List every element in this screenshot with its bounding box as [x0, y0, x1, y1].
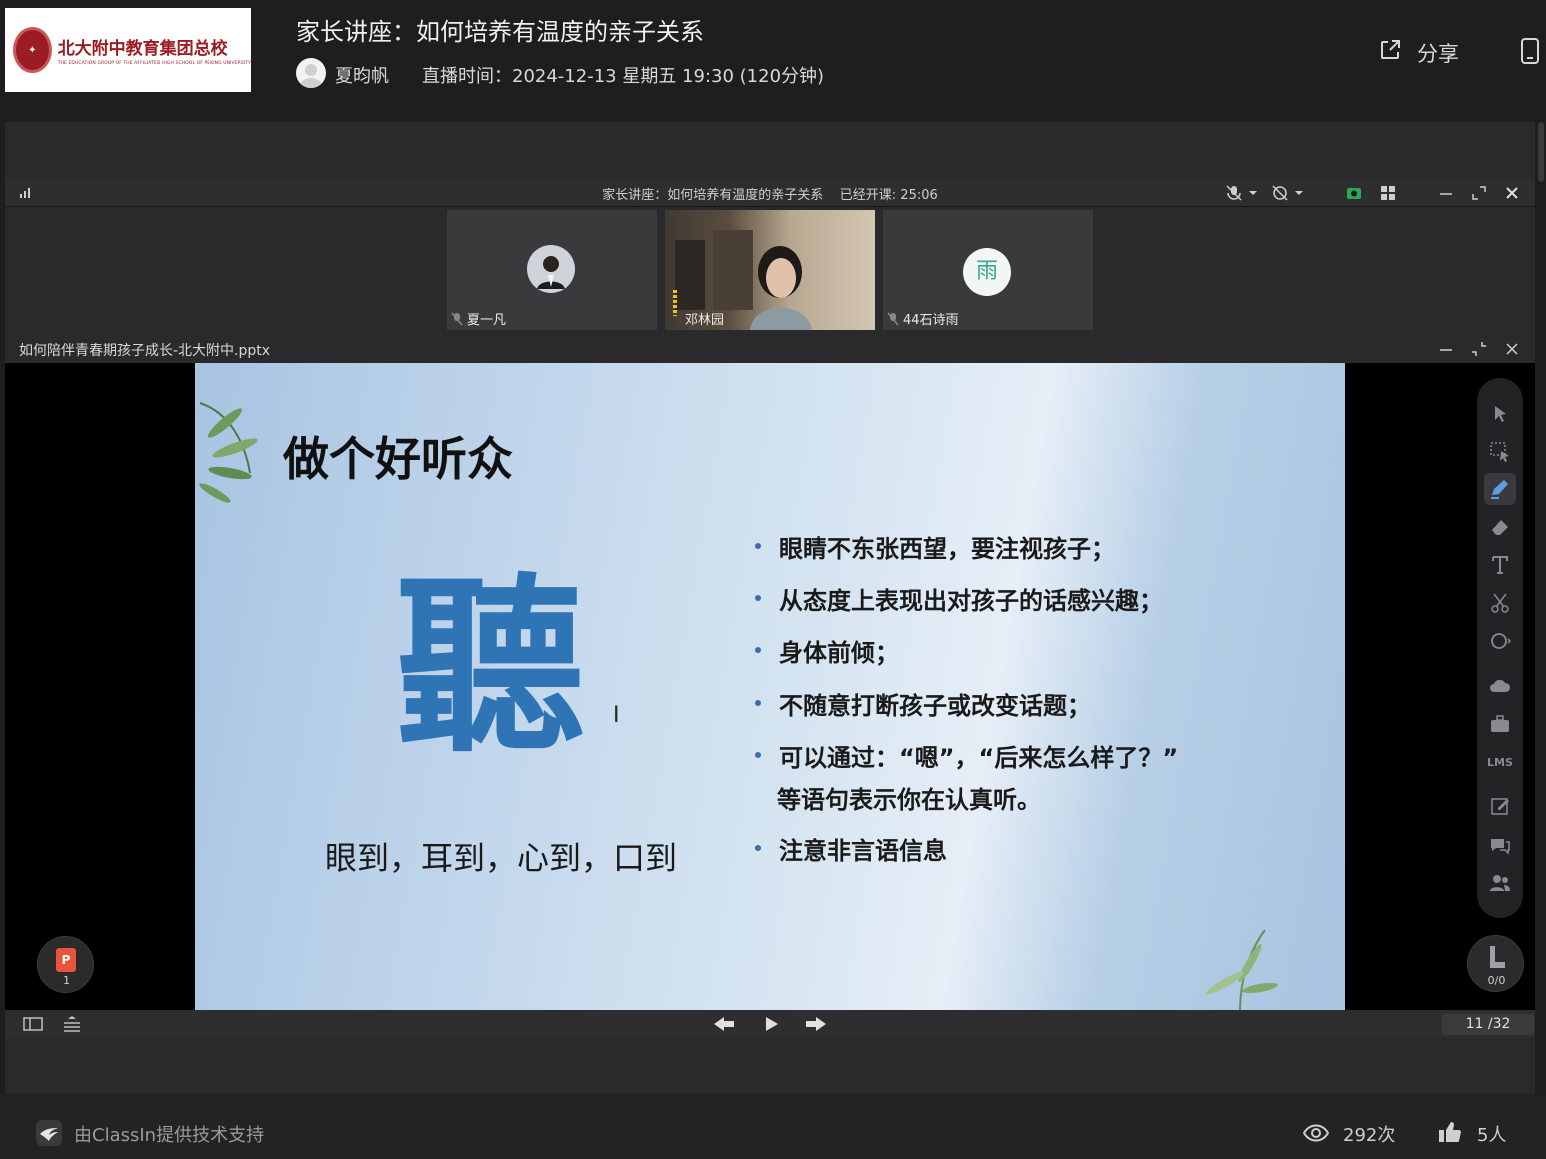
minimize-icon[interactable]: [1437, 340, 1455, 358]
participant-name: 邓林园: [685, 313, 725, 328]
participant-name: 44石诗雨: [903, 313, 959, 328]
classin-logo-icon: [36, 1120, 62, 1146]
fullscreen-icon[interactable]: [1470, 184, 1488, 202]
slide-big-character: 聽: [395, 557, 586, 778]
page-counter[interactable]: 11 /32: [1442, 1014, 1534, 1035]
school-seal-icon: ✦: [13, 27, 52, 73]
scissors-tool-icon[interactable]: [1488, 591, 1512, 615]
next-slide-icon[interactable]: [804, 1015, 828, 1033]
like-count: 5人: [1477, 1125, 1507, 1146]
leaf-decoration-icon: [199, 402, 258, 503]
hand-raise-count: 0/0: [1487, 974, 1506, 987]
logo-text: 北大附中教育集团总校: [57, 39, 228, 59]
participant-video-row: 夏一凡 邓林园 雨 44石诗雨: [5, 207, 1535, 331]
host-name: 夏昀帆: [335, 66, 389, 87]
host-avatar: [296, 58, 326, 88]
thumbnail-panel-icon[interactable]: [23, 1016, 43, 1032]
close-icon[interactable]: [1503, 340, 1521, 358]
camera-mute-icon[interactable]: [1271, 184, 1311, 202]
ppt-list-button[interactable]: P 1: [37, 936, 94, 993]
cloud-disk-icon[interactable]: [1488, 674, 1512, 698]
shape-tool-icon[interactable]: [1488, 629, 1512, 653]
minimize-icon[interactable]: [1437, 184, 1455, 202]
grid-layout-icon[interactable]: [1379, 184, 1397, 202]
mobile-phone-icon[interactable]: [1520, 38, 1540, 64]
participant-avatar: [527, 245, 575, 293]
presentation-slide[interactable]: 做个好听众 聽 眼到，耳到，心到，口到 眼睛不东张西望，要注视孩子； 从态度上表…: [195, 363, 1345, 1010]
toolbox-icon[interactable]: [1488, 712, 1512, 736]
select-tool-icon[interactable]: [1488, 440, 1512, 464]
participant-name: 夏一凡: [467, 313, 507, 328]
seat-icon: [1490, 946, 1505, 968]
participant-initial-avatar: 雨: [963, 248, 1011, 296]
eye-icon: [1303, 1124, 1329, 1142]
thumbs-up-icon[interactable]: [1438, 1120, 1462, 1144]
document-filename: 如何陪伴青春期孩子成长-北大附中.pptx: [19, 343, 271, 359]
participant-tile[interactable]: 夏一凡: [447, 210, 657, 330]
classroom-titlebar: 家长讲座：如何培养有温度的亲子关系 已经开课: 25:06: [5, 179, 1535, 207]
slide-bullet: 可以通过：“嗯”，“后来怎么样了？”: [755, 738, 1178, 773]
share-icon[interactable]: [1378, 38, 1402, 62]
pointer-tool-icon[interactable]: [1488, 402, 1512, 426]
text-tool-icon[interactable]: [1488, 553, 1512, 577]
previous-slide-icon[interactable]: [712, 1015, 736, 1033]
slide-bullet: 身体前倾；: [755, 633, 899, 668]
eraser-tool-icon[interactable]: [1488, 515, 1512, 539]
slide-bullet: 从态度上表现出对孩子的话感兴趣；: [755, 581, 1163, 616]
chat-icon[interactable]: [1488, 833, 1512, 857]
lms-button[interactable]: LMS: [1477, 756, 1523, 769]
pen-tool-icon[interactable]: [1488, 477, 1512, 501]
slide-navigation-bar: 11 /32: [5, 1010, 1535, 1038]
powered-by-text: 由ClassIn提供技术支持: [74, 1125, 265, 1146]
notes-icon[interactable]: [62, 1015, 82, 1033]
camera-on-icon[interactable]: [1345, 184, 1363, 202]
ppt-count: 1: [63, 974, 70, 987]
scrollbar[interactable]: [1538, 122, 1544, 182]
restore-icon[interactable]: [1470, 340, 1488, 358]
ppt-file-icon: P: [56, 948, 76, 972]
edit-note-icon[interactable]: [1488, 794, 1512, 818]
document-titlebar: 如何陪伴青春期孩子成长-北大附中.pptx: [5, 333, 1535, 363]
share-button[interactable]: 分享: [1417, 38, 1459, 68]
logo-subtext: THE EDUCATION GROUP OF THE AFFILIATED HI…: [57, 61, 251, 66]
close-icon[interactable]: [1503, 184, 1521, 202]
slide-subtitle: 眼到，耳到，心到，口到: [325, 839, 678, 877]
hand-raise-button[interactable]: 0/0: [1467, 935, 1524, 992]
slide-heading: 做个好听众: [283, 432, 513, 486]
slide-bullet-continuation: 等语句表示你在认真听。: [777, 786, 1041, 814]
page-title: 家长讲座：如何培养有温度的亲子关系: [296, 18, 704, 46]
members-icon[interactable]: [1488, 871, 1512, 895]
slide-bullet: 眼睛不东张西望，要注视孩子；: [755, 529, 1115, 564]
play-icon[interactable]: [762, 1015, 780, 1033]
text-cursor-icon: I: [613, 703, 620, 728]
leaf-decoration-icon: [1205, 929, 1278, 1010]
slide-bullet: 不随意打断孩子或改变话题；: [755, 686, 1091, 721]
microphone-mute-icon[interactable]: [1225, 184, 1265, 202]
elapsed-time: 已经开课: 25:06: [839, 188, 938, 203]
view-count: 292次: [1343, 1125, 1396, 1146]
slide-bullet: 注意非言语信息: [755, 831, 947, 866]
school-logo[interactable]: ✦ 北大附中教育集团总校 THE EDUCATION GROUP OF THE …: [5, 8, 251, 92]
classroom-name: 家长讲座：如何培养有温度的亲子关系: [602, 188, 824, 203]
broadcast-schedule: 直播时间：2024-12-13 星期五 19:30 (120分钟): [422, 66, 825, 87]
participant-tile-active[interactable]: 邓林园: [665, 210, 875, 330]
participant-tile[interactable]: 雨 44石诗雨: [883, 210, 1093, 330]
annotation-toolbar: LMS: [1477, 378, 1523, 918]
